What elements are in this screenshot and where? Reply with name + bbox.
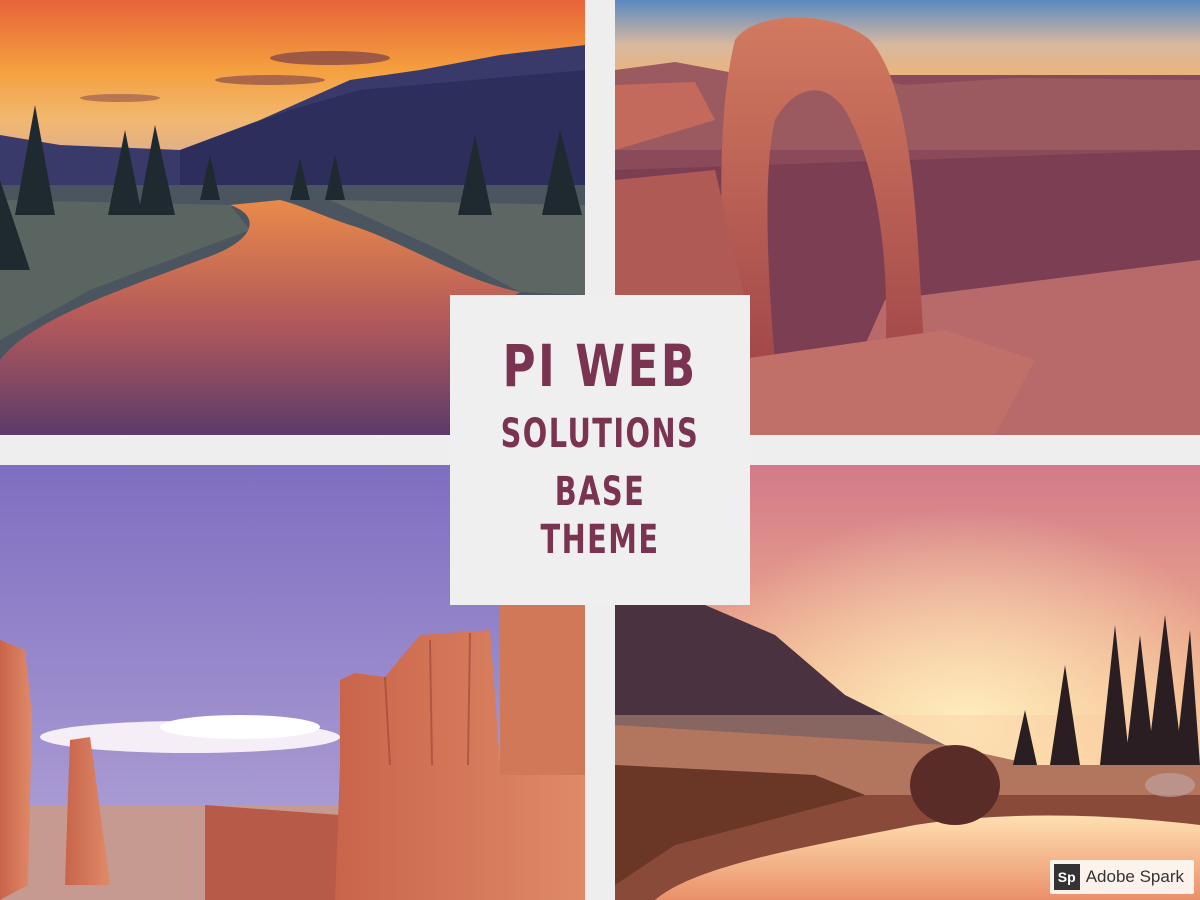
title-line-2: SOLUTIONS [500,411,700,458]
title-card: PI WEB SOLUTIONS BASE THEME [450,295,750,605]
adobe-spark-label: Adobe Spark [1085,867,1184,886]
adobe-spark-badge: Sp Adobe Spark [1049,860,1194,894]
adobe-spark-logo-icon: Sp [1053,864,1080,890]
title-line-1: PI WEB [502,331,698,400]
title-line-3: BASE THEME [540,469,660,564]
